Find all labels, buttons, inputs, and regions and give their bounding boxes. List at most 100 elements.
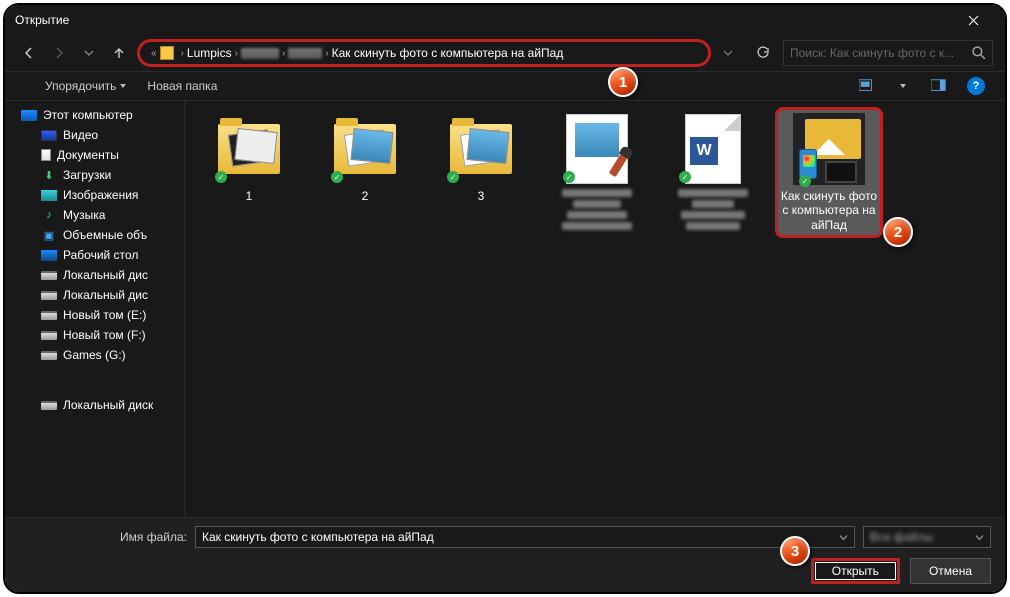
breadcrumb-segment[interactable]: Lumpics — [187, 46, 232, 60]
pictures-icon — [41, 190, 57, 201]
folder-item[interactable]: ✓ 2 — [311, 107, 419, 238]
document-item[interactable]: W ✓ — [659, 107, 767, 238]
sidebar-item-downloads[interactable]: ⬇Загрузки — [11, 165, 184, 185]
sidebar-item-drive[interactable]: Games (G:) — [11, 345, 184, 365]
filename-label: Имя файла: — [19, 530, 187, 544]
folder-item[interactable]: ✓ 3 — [427, 107, 535, 238]
open-button[interactable]: Открыть — [811, 558, 900, 584]
cube-icon: ▣ — [41, 228, 57, 242]
breadcrumb-segment[interactable]: Как скинуть фото с компьютера на айПад — [332, 46, 564, 60]
pc-icon — [21, 110, 37, 121]
chevron-down-icon — [723, 48, 733, 58]
image-item[interactable]: ✓ — [543, 107, 651, 238]
breadcrumb-dropdown[interactable] — [717, 39, 739, 67]
open-file-dialog: Открытие « › Lumpics › › › Как скину — [5, 5, 1005, 592]
sidebar-item-desktop[interactable]: Рабочий стол — [11, 245, 184, 265]
sync-icon: ✓ — [215, 171, 227, 183]
annotation-callout-2: 2 — [883, 217, 913, 247]
sidebar-item-documents[interactable]: Документы — [11, 145, 184, 165]
view-icon — [859, 79, 875, 93]
chevron-left-double-icon: « — [151, 48, 157, 59]
sidebar-item-drive[interactable]: Новый том (F:) — [11, 325, 184, 345]
image-thumbnail: ✓ — [793, 113, 865, 185]
desktop-icon — [41, 250, 57, 261]
refresh-icon — [756, 46, 770, 60]
sidebar-item-drive[interactable]: Новый том (E:) — [11, 305, 184, 325]
close-button[interactable] — [951, 5, 995, 35]
arrow-left-icon — [22, 46, 36, 60]
arrow-right-icon — [52, 46, 66, 60]
download-icon: ⬇ — [41, 168, 57, 182]
item-label: 2 — [362, 189, 369, 203]
chevron-right-icon: › — [282, 48, 285, 59]
help-icon: ? — [973, 80, 980, 92]
sync-icon: ✓ — [447, 171, 459, 183]
chevron-down-icon — [84, 48, 94, 58]
toolbar: Упорядочить Новая папка ? — [5, 71, 1005, 101]
folder-icon — [160, 46, 174, 60]
file-list[interactable]: ✓ 1 ✓ 2 ✓ 3 — [185, 101, 1005, 517]
sidebar-item-drive[interactable]: Локальный диск — [11, 395, 184, 415]
sync-icon: ✓ — [679, 171, 691, 183]
titlebar: Открытие — [5, 5, 1005, 35]
breadcrumb-segment-redacted[interactable] — [288, 48, 322, 59]
folder-icon: ✓ — [213, 113, 285, 185]
search-input[interactable]: Поиск: Как скинуть фото с к... — [783, 40, 993, 66]
sidebar-item-music[interactable]: ♪Музыка — [11, 205, 184, 225]
item-label-redacted — [562, 189, 632, 230]
sidebar-item-drive[interactable]: Локальный дис — [11, 265, 184, 285]
help-button[interactable]: ? — [967, 77, 985, 95]
view-dropdown[interactable] — [895, 78, 911, 94]
view-button[interactable] — [859, 78, 875, 94]
window-title: Открытие — [15, 13, 69, 27]
sidebar-item-videos[interactable]: Видео — [11, 125, 184, 145]
body: Этот компьютер Видео Документы ⬇Загрузки… — [5, 101, 1005, 517]
sidebar: Этот компьютер Видео Документы ⬇Загрузки… — [5, 101, 185, 517]
item-label: 3 — [478, 189, 485, 203]
search-icon — [972, 46, 986, 60]
video-icon — [41, 130, 57, 141]
annotation-callout-3: 3 — [780, 536, 810, 566]
refresh-button[interactable] — [749, 39, 777, 67]
bottom-bar: Имя файла: Как скинуть фото с компьютера… — [5, 517, 1005, 592]
drive-icon — [41, 291, 57, 300]
item-label: 1 — [246, 189, 253, 203]
chevron-right-icon: › — [235, 48, 238, 59]
sync-icon: ✓ — [331, 171, 343, 183]
item-label: Как скинуть фото с компьютера на айПад — [779, 189, 879, 232]
caret-down-icon — [899, 82, 907, 90]
drive-icon — [41, 271, 57, 280]
preview-pane-icon — [931, 79, 947, 93]
nav-back-button[interactable] — [17, 41, 41, 65]
filename-input[interactable]: Как скинуть фото с компьютера на айПад — [195, 526, 855, 548]
annotation-callout-1: 1 — [608, 67, 638, 97]
chevron-down-icon — [975, 533, 984, 542]
breadcrumb[interactable]: « › Lumpics › › › Как скинуть фото с ком… — [137, 39, 711, 67]
arrow-up-icon — [112, 46, 126, 60]
nav-recent-button[interactable] — [77, 41, 101, 65]
caret-down-icon — [119, 82, 127, 90]
item-label-redacted — [678, 189, 748, 230]
preview-pane-button[interactable] — [931, 78, 947, 94]
organize-button[interactable]: Упорядочить — [45, 79, 127, 93]
breadcrumb-segment-redacted[interactable] — [241, 48, 279, 59]
folder-item[interactable]: ✓ 1 — [195, 107, 303, 238]
nav-up-button[interactable] — [107, 41, 131, 65]
paint-icon: ✓ — [561, 113, 633, 185]
close-icon — [968, 15, 979, 26]
sync-icon: ✓ — [563, 171, 575, 183]
sidebar-item-drive[interactable]: Локальный дис — [11, 285, 184, 305]
sidebar-item-3d[interactable]: ▣Объемные объ — [11, 225, 184, 245]
nav-forward-button[interactable] — [47, 41, 71, 65]
sidebar-item-this-pc[interactable]: Этот компьютер — [11, 105, 184, 125]
sidebar-item-pictures[interactable]: Изображения — [11, 185, 184, 205]
image-item-selected[interactable]: ✓ Как скинуть фото с компьютера на айПад — [775, 107, 883, 238]
folder-icon: ✓ — [329, 113, 401, 185]
file-type-filter[interactable]: Все файлы — [863, 526, 991, 548]
chevron-down-icon — [839, 533, 848, 542]
cancel-button[interactable]: Отмена — [910, 558, 991, 584]
word-icon: W ✓ — [677, 113, 749, 185]
new-folder-button[interactable]: Новая папка — [147, 79, 217, 93]
document-icon — [41, 149, 51, 161]
drive-icon — [41, 311, 57, 320]
